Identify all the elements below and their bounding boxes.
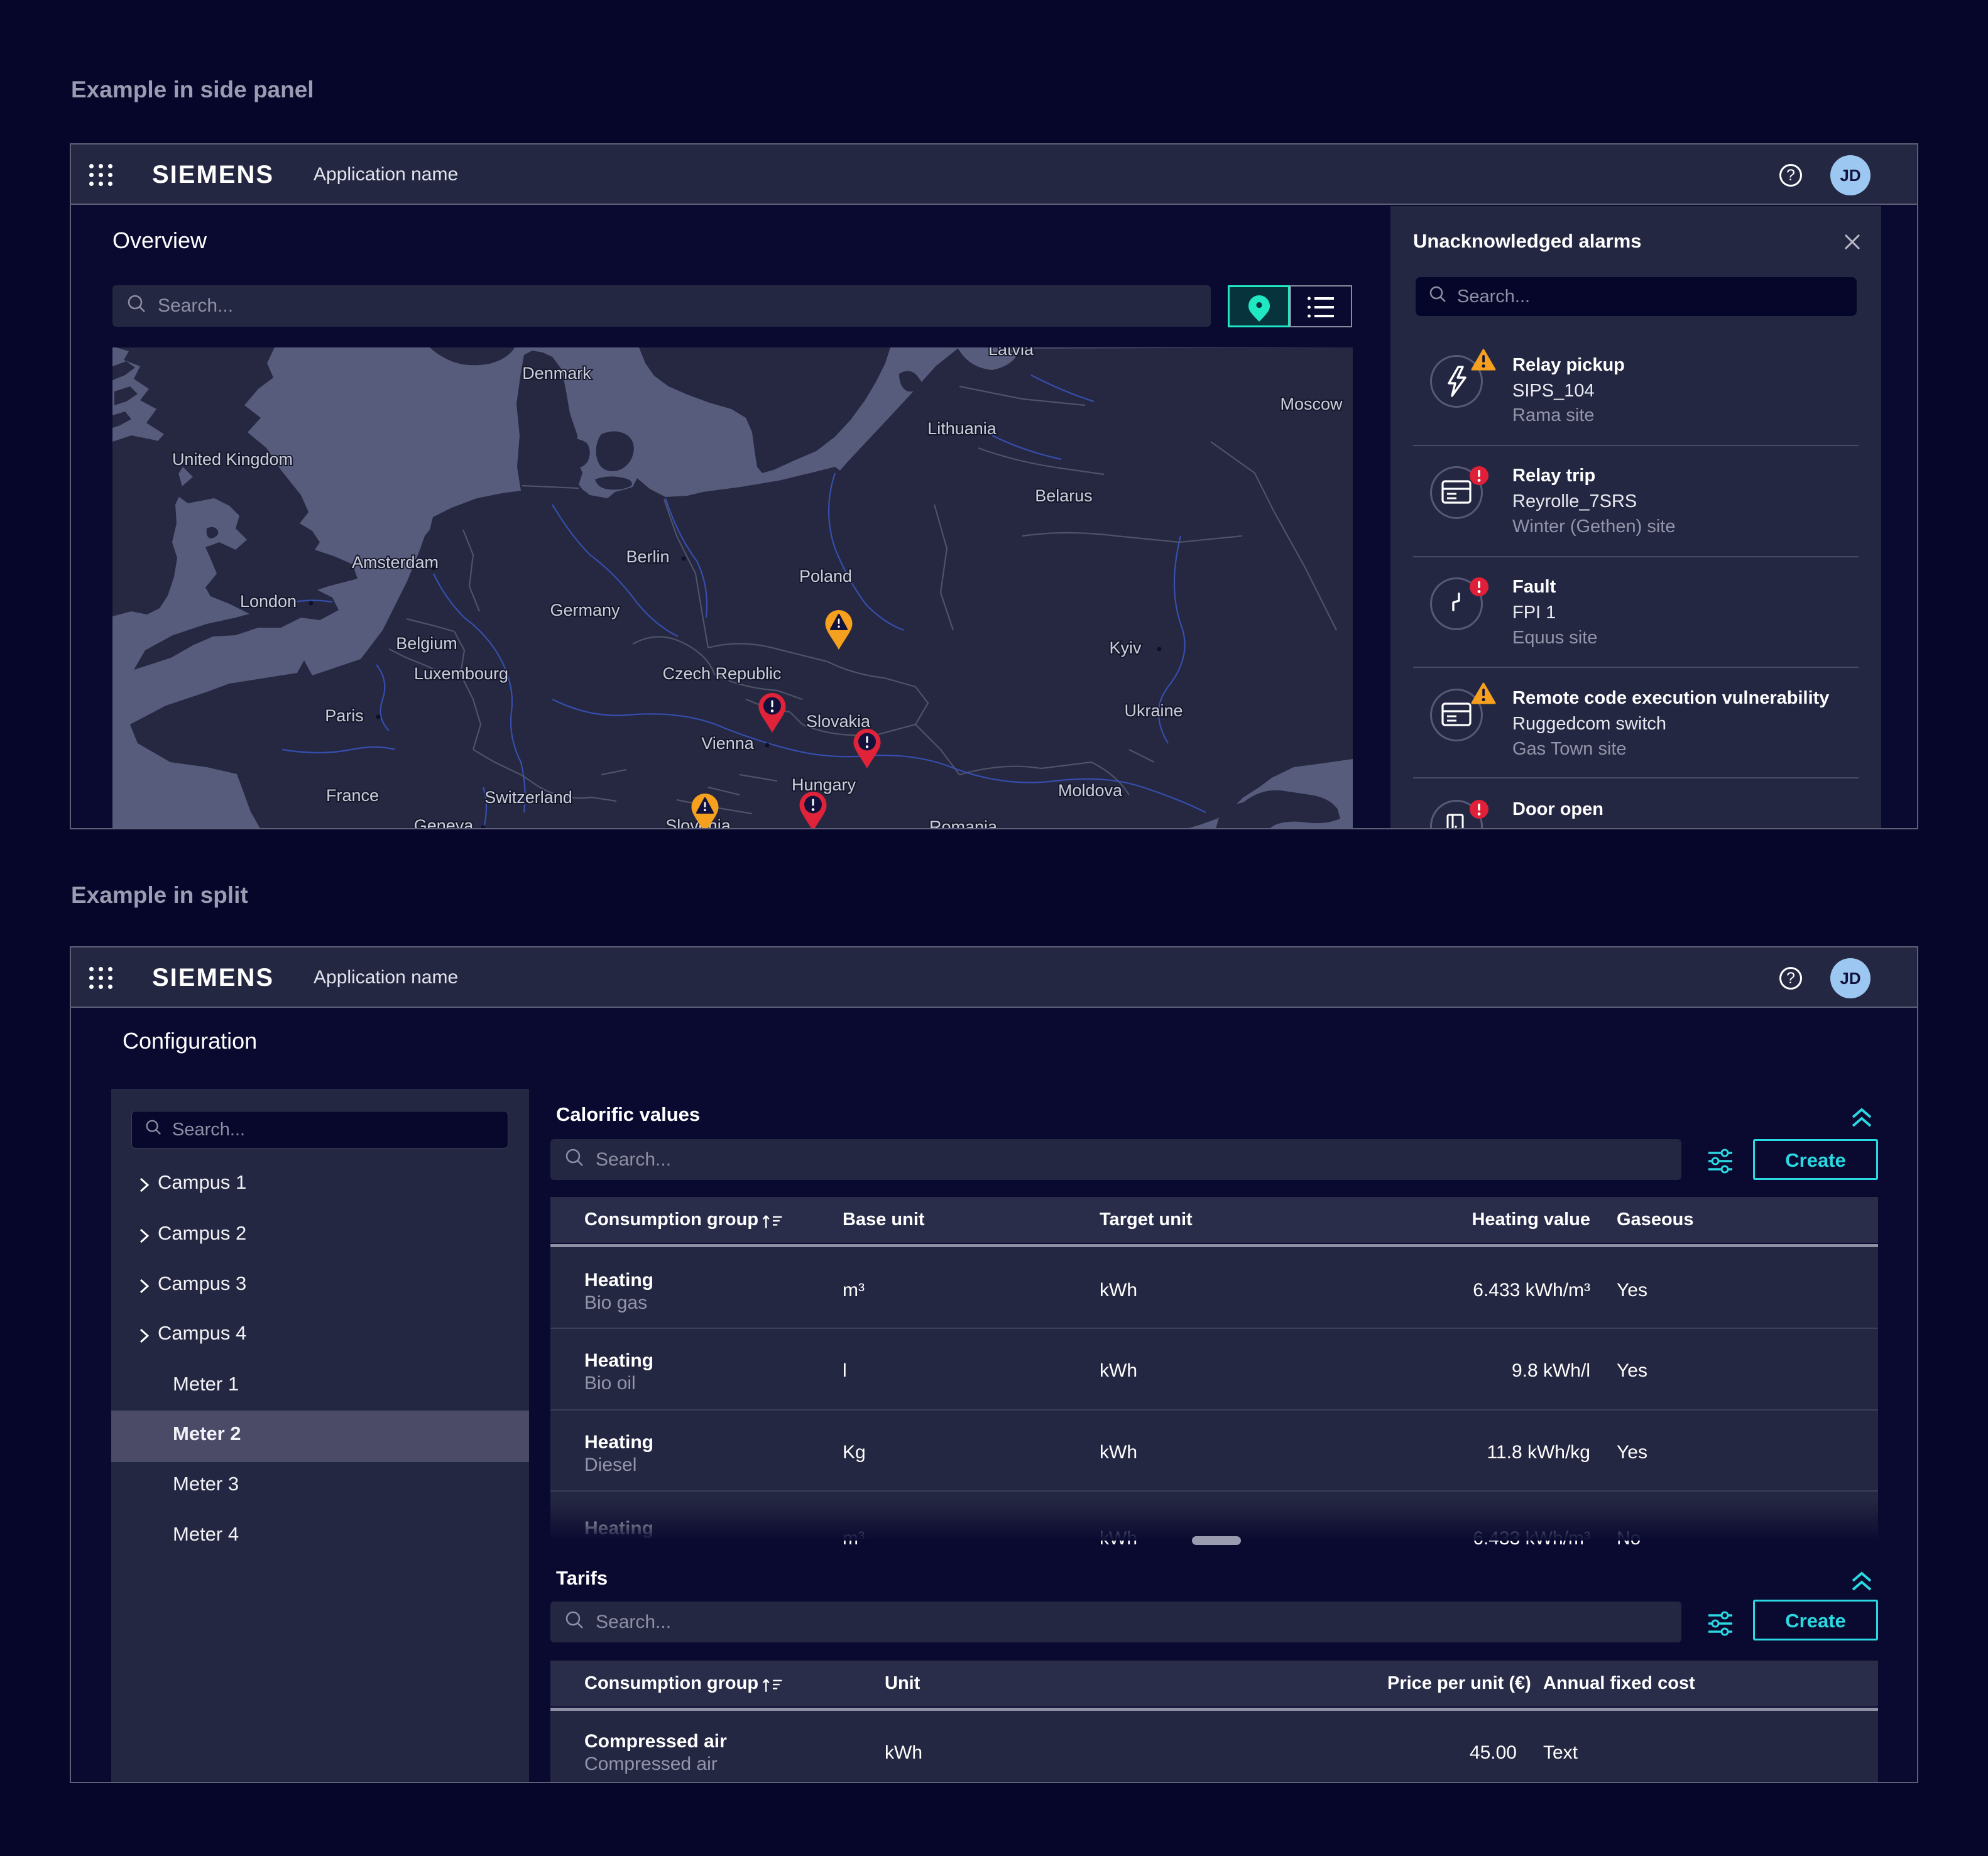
svg-text:Vienna: Vienna [701, 734, 755, 753]
svg-text:Ukraine: Ukraine [1124, 701, 1182, 720]
svg-text:Hungary: Hungary [792, 775, 856, 794]
svg-text:Switzerland: Switzerland [484, 788, 572, 807]
svg-text:Lithuania: Lithuania [927, 419, 997, 438]
svg-text:Paris: Paris [325, 706, 364, 725]
svg-text:Germany: Germany [550, 601, 620, 620]
svg-text:Moscow: Moscow [1280, 395, 1343, 413]
svg-text:France: France [326, 786, 379, 805]
svg-text:Belgium: Belgium [396, 634, 457, 653]
svg-text:Luxembourg: Luxembourg [414, 664, 508, 683]
svg-text:Geneva: Geneva [414, 816, 474, 829]
svg-text:Slovakia: Slovakia [806, 712, 871, 731]
svg-text:Romania: Romania [929, 817, 998, 829]
svg-text:London: London [240, 592, 297, 611]
svg-text:Poland: Poland [799, 567, 852, 586]
svg-text:Belarus: Belarus [1035, 486, 1093, 505]
svg-text:Denmark: Denmark [522, 364, 591, 383]
svg-text:Czech Republic: Czech Republic [662, 664, 781, 683]
svg-text:Amsterdam: Amsterdam [352, 553, 439, 572]
svg-text:Latvia: Latvia [988, 347, 1034, 359]
svg-text:Berlin: Berlin [626, 547, 669, 566]
svg-text:Kyiv: Kyiv [1109, 638, 1142, 657]
svg-text:Moldova: Moldova [1058, 781, 1123, 800]
svg-text:United Kingdom: United Kingdom [172, 450, 293, 469]
